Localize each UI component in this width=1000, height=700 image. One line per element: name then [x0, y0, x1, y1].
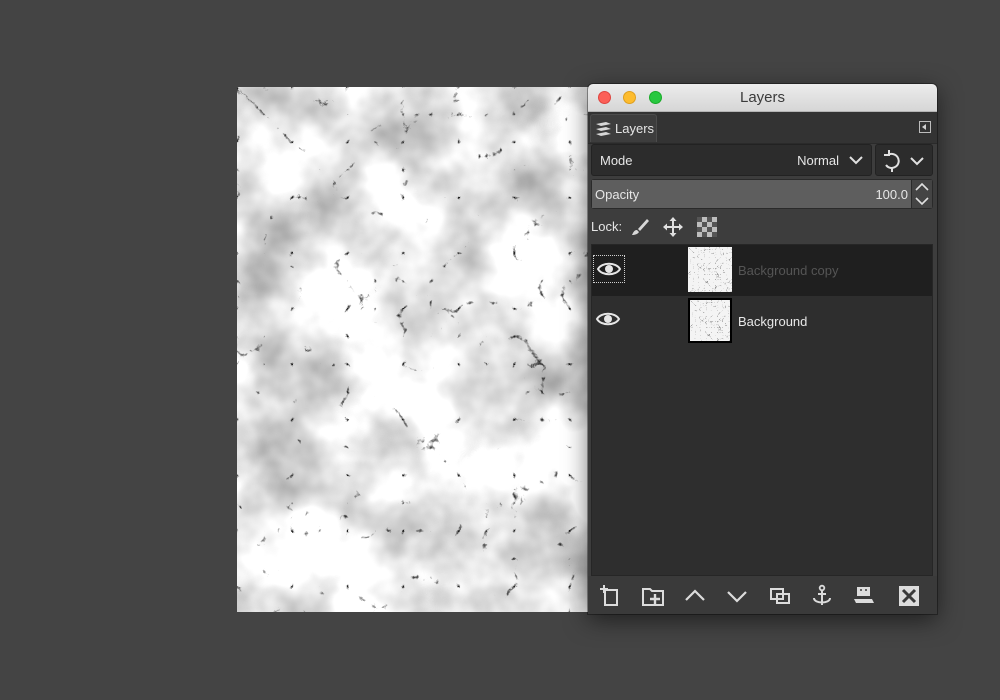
- visibility-toggle[interactable]: [593, 306, 625, 334]
- mode-label: Mode: [600, 153, 633, 168]
- mode-select[interactable]: Mode Normal: [591, 144, 872, 176]
- reset-mode-icon: [884, 150, 924, 172]
- spin-down-icon[interactable]: [915, 197, 929, 206]
- merge-down-icon[interactable]: [852, 584, 876, 608]
- paintbrush-icon[interactable]: [629, 216, 651, 238]
- layer-name[interactable]: Background copy: [738, 263, 838, 278]
- eye-icon: [596, 262, 622, 276]
- delete-layer-icon[interactable]: [897, 584, 921, 608]
- opacity-spinner[interactable]: [911, 180, 932, 208]
- opacity-fill: [592, 180, 913, 208]
- tab-layers[interactable]: Layers: [590, 114, 657, 142]
- tab-label: Layers: [615, 121, 655, 136]
- mode-value: Normal: [797, 153, 839, 168]
- dock-tab-bar: Layers: [588, 112, 937, 144]
- layer-name[interactable]: Background: [738, 314, 807, 329]
- visibility-toggle[interactable]: [593, 255, 625, 283]
- eye-icon: [595, 312, 621, 326]
- layers-stack-icon: [596, 121, 611, 136]
- anchor-layer-icon[interactable]: [810, 584, 834, 608]
- duplicate-layer-icon[interactable]: [768, 584, 792, 608]
- spin-up-icon[interactable]: [915, 182, 929, 191]
- layer-thumbnail[interactable]: [688, 298, 732, 343]
- alpha-checker-icon[interactable]: [696, 216, 718, 238]
- layer-row[interactable]: Background: [592, 296, 932, 347]
- layer-row[interactable]: Background copy: [592, 245, 932, 296]
- new-layer-group-icon[interactable]: [641, 584, 665, 608]
- layers-toolbar: [588, 576, 937, 614]
- new-layer-icon[interactable]: [598, 584, 622, 608]
- image-canvas[interactable]: [237, 87, 590, 612]
- marble-texture-image: [237, 87, 590, 612]
- lower-layer-icon[interactable]: [725, 584, 749, 608]
- layer-list[interactable]: Background copy Background: [591, 244, 933, 576]
- move-arrows-icon[interactable]: [662, 216, 684, 238]
- lock-row: Lock:: [591, 214, 933, 240]
- composite-mode-select[interactable]: [875, 144, 933, 176]
- raise-layer-icon[interactable]: [683, 584, 707, 608]
- layer-thumbnail[interactable]: [688, 247, 732, 292]
- mode-row: Mode Normal: [591, 144, 933, 176]
- window-titlebar[interactable]: Layers: [588, 84, 937, 112]
- window-title: Layers: [739, 89, 786, 106]
- chevron-down-icon: [849, 156, 863, 165]
- opacity-value: 100.0: [875, 187, 908, 202]
- tab-menu-icon[interactable]: [919, 121, 931, 133]
- layers-window: Layers Layers Mode Normal Opacity 100.0 …: [588, 84, 937, 614]
- lock-label: Lock:: [591, 219, 623, 234]
- opacity-slider[interactable]: Opacity 100.0: [591, 179, 933, 209]
- opacity-label: Opacity: [595, 187, 640, 202]
